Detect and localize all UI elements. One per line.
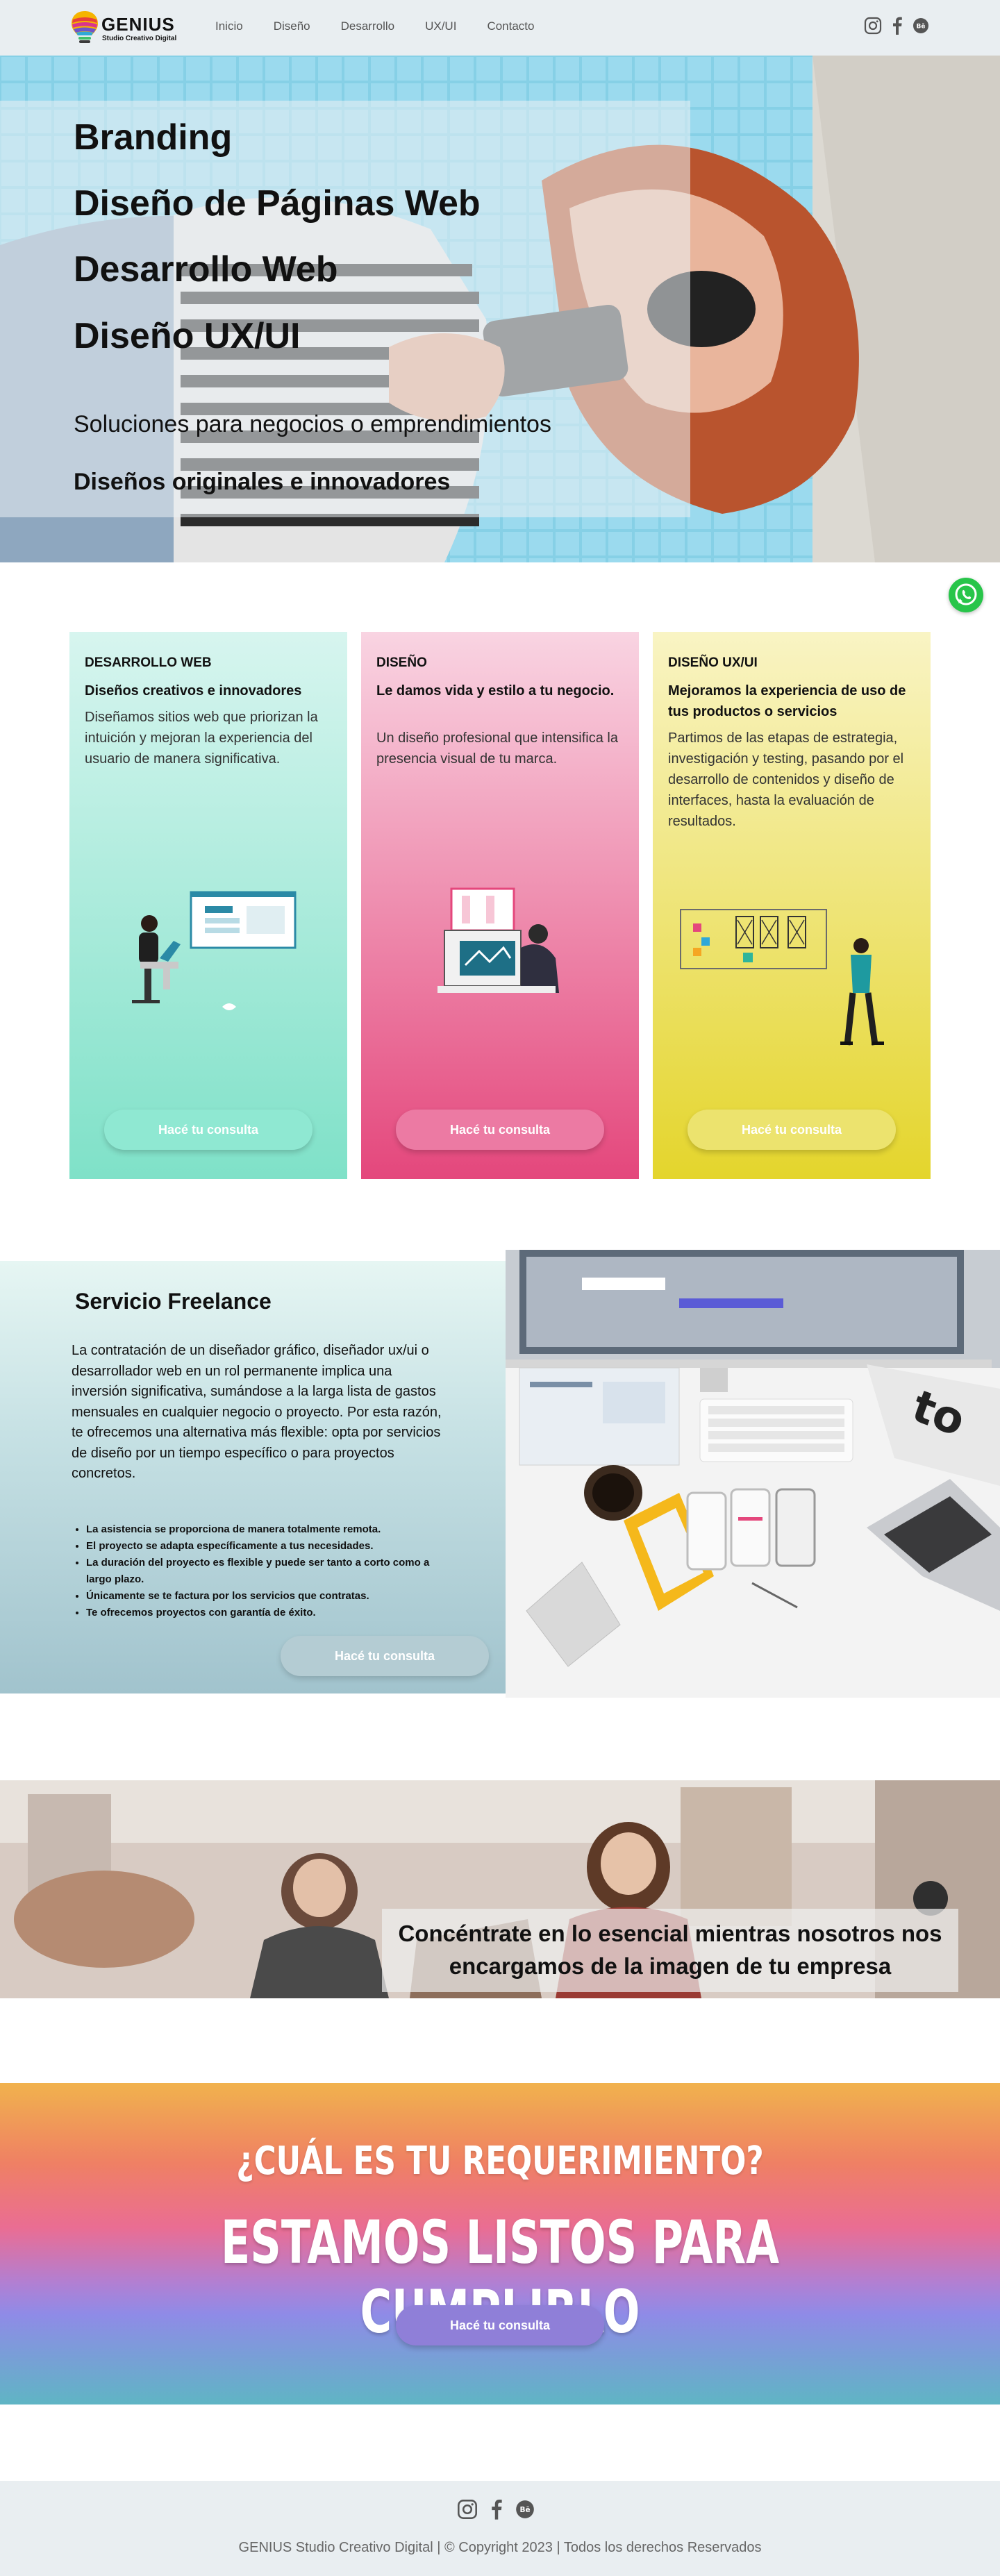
nav-inicio[interactable]: Inicio [215, 19, 243, 33]
header-social: Bē [864, 17, 929, 35]
card-heading: Le damos vida y estilo a tu negocio. [376, 683, 615, 699]
uxui-illustration [680, 909, 884, 1046]
hero-heading-web-design: Diseño de Páginas Web [74, 183, 481, 224]
card-consult-button[interactable]: Hacé tu consulta [688, 1110, 896, 1150]
card-body: Un diseño profesional que intensifica la… [376, 730, 618, 767]
facebook-icon[interactable] [490, 2499, 503, 2520]
instagram-icon[interactable] [457, 2499, 478, 2520]
banner-text-box: Concéntrate en lo esencial mientras noso… [382, 1909, 958, 1992]
list-item: La duración del proyecto es flexible y p… [86, 1555, 447, 1588]
freelance-section: Servicio Freelance La contratación de un… [0, 1250, 1000, 1698]
freelance-text: La contratación de un diseñador gráfico,… [72, 1343, 442, 1481]
copyright-text: GENIUS Studio Creativo Digital | © Copyr… [238, 2540, 762, 2555]
service-card-web-dev: DESARROLLO WEB Diseños creativos e innov… [69, 632, 347, 1179]
freelance-panel: Servicio Freelance La contratación de un… [0, 1261, 506, 1693]
hero-heading-web-dev: Desarrollo Web [74, 249, 338, 290]
cta-section: ¿CUÁL ES TU REQUERIMIENTO? ESTAMOS LISTO… [0, 2083, 1000, 2404]
hero-heading-branding: Branding [74, 117, 233, 158]
salon-banner: Concéntrate en lo esencial mientras noso… [0, 1780, 1000, 1998]
hero-subtitle: Soluciones para negocios o emprendimient… [74, 411, 551, 437]
web-dev-illustration [132, 891, 297, 1010]
banner-text: Concéntrate en lo esencial mientras noso… [398, 1921, 942, 1979]
desk-photo-illustration: to [506, 1250, 1000, 1698]
facebook-icon[interactable] [892, 17, 903, 35]
service-card-uxui: DISEÑO UX/UI Mejoramos la experiencia de… [653, 632, 931, 1179]
freelance-title: Servicio Freelance [75, 1289, 272, 1314]
card-consult-button[interactable]: Hacé tu consulta [104, 1110, 312, 1150]
card-body: Diseñamos sitios web que priorizan la in… [85, 710, 318, 767]
instagram-icon[interactable] [864, 17, 882, 35]
cta-question: ¿CUÁL ES TU REQUERIMIENTO? [236, 2139, 764, 2184]
nav-contacto[interactable]: Contacto [487, 19, 534, 33]
hero-heading-uxui: Diseño UX/UI [74, 316, 301, 356]
nav-desarrollo[interactable]: Desarrollo [341, 19, 394, 33]
behance-icon[interactable]: Bē [912, 17, 929, 34]
card-title: DISEÑO [376, 655, 427, 670]
card-heading: Mejoramos la experiencia de uso de tus p… [668, 683, 906, 719]
hero-text-panel [0, 101, 690, 517]
main-nav: Inicio Diseño Desarrollo UX/UI Contacto [215, 19, 565, 33]
logo-text: GENIUS [101, 14, 175, 35]
card-title: DESARROLLO WEB [85, 655, 212, 670]
svg-text:Bē: Bē [519, 2506, 530, 2514]
footer-social: Bē [457, 2499, 535, 2520]
cta-consult-button[interactable]: Hacé tu consulta [396, 2305, 604, 2345]
freelance-benefits-list: La asistencia se proporciona de manera t… [86, 1521, 447, 1621]
hero-section: Branding Diseño de Páginas Web Desarroll… [0, 56, 1000, 562]
nav-diseno[interactable]: Diseño [274, 19, 310, 33]
service-card-design: DISEÑO Le damos vida y estilo a tu negoc… [361, 632, 639, 1179]
freelance-consult-button[interactable]: Hacé tu consulta [281, 1636, 489, 1676]
card-consult-button[interactable]: Hacé tu consulta [396, 1110, 604, 1150]
card-body: Partimos de las etapas de estrategia, in… [668, 730, 904, 829]
list-item: Te ofrecemos proyectos con garantía de é… [86, 1605, 447, 1621]
hero-tagline: Diseños originales e innovadores [74, 469, 451, 495]
whatsapp-icon [955, 583, 977, 605]
logo-bulb-icon [72, 11, 98, 43]
logo-subtitle: Studio Creativo Digital [102, 35, 177, 42]
svg-text:Bē: Bē [917, 24, 926, 31]
site-footer: Bē GENIUS Studio Creativo Digital | © Co… [0, 2481, 1000, 2576]
card-heading: Diseños creativos e innovadores [85, 683, 302, 699]
logo[interactable]: GENIUS Studio Creativo Digital [69, 8, 181, 47]
list-item: La asistencia se proporciona de manera t… [86, 1521, 447, 1538]
site-header: GENIUS Studio Creativo Digital Inicio Di… [0, 0, 1000, 56]
nav-uxui[interactable]: UX/UI [425, 19, 456, 33]
card-title: DISEÑO UX/UI [668, 655, 758, 670]
list-item: El proyecto se adapta específicamente a … [86, 1538, 447, 1555]
whatsapp-button[interactable] [949, 578, 983, 612]
behance-icon[interactable]: Bē [515, 2500, 535, 2519]
design-illustration [438, 887, 559, 993]
list-item: Únicamente se te factura por los servici… [86, 1588, 447, 1605]
desk-photo: to [506, 1250, 1000, 1698]
